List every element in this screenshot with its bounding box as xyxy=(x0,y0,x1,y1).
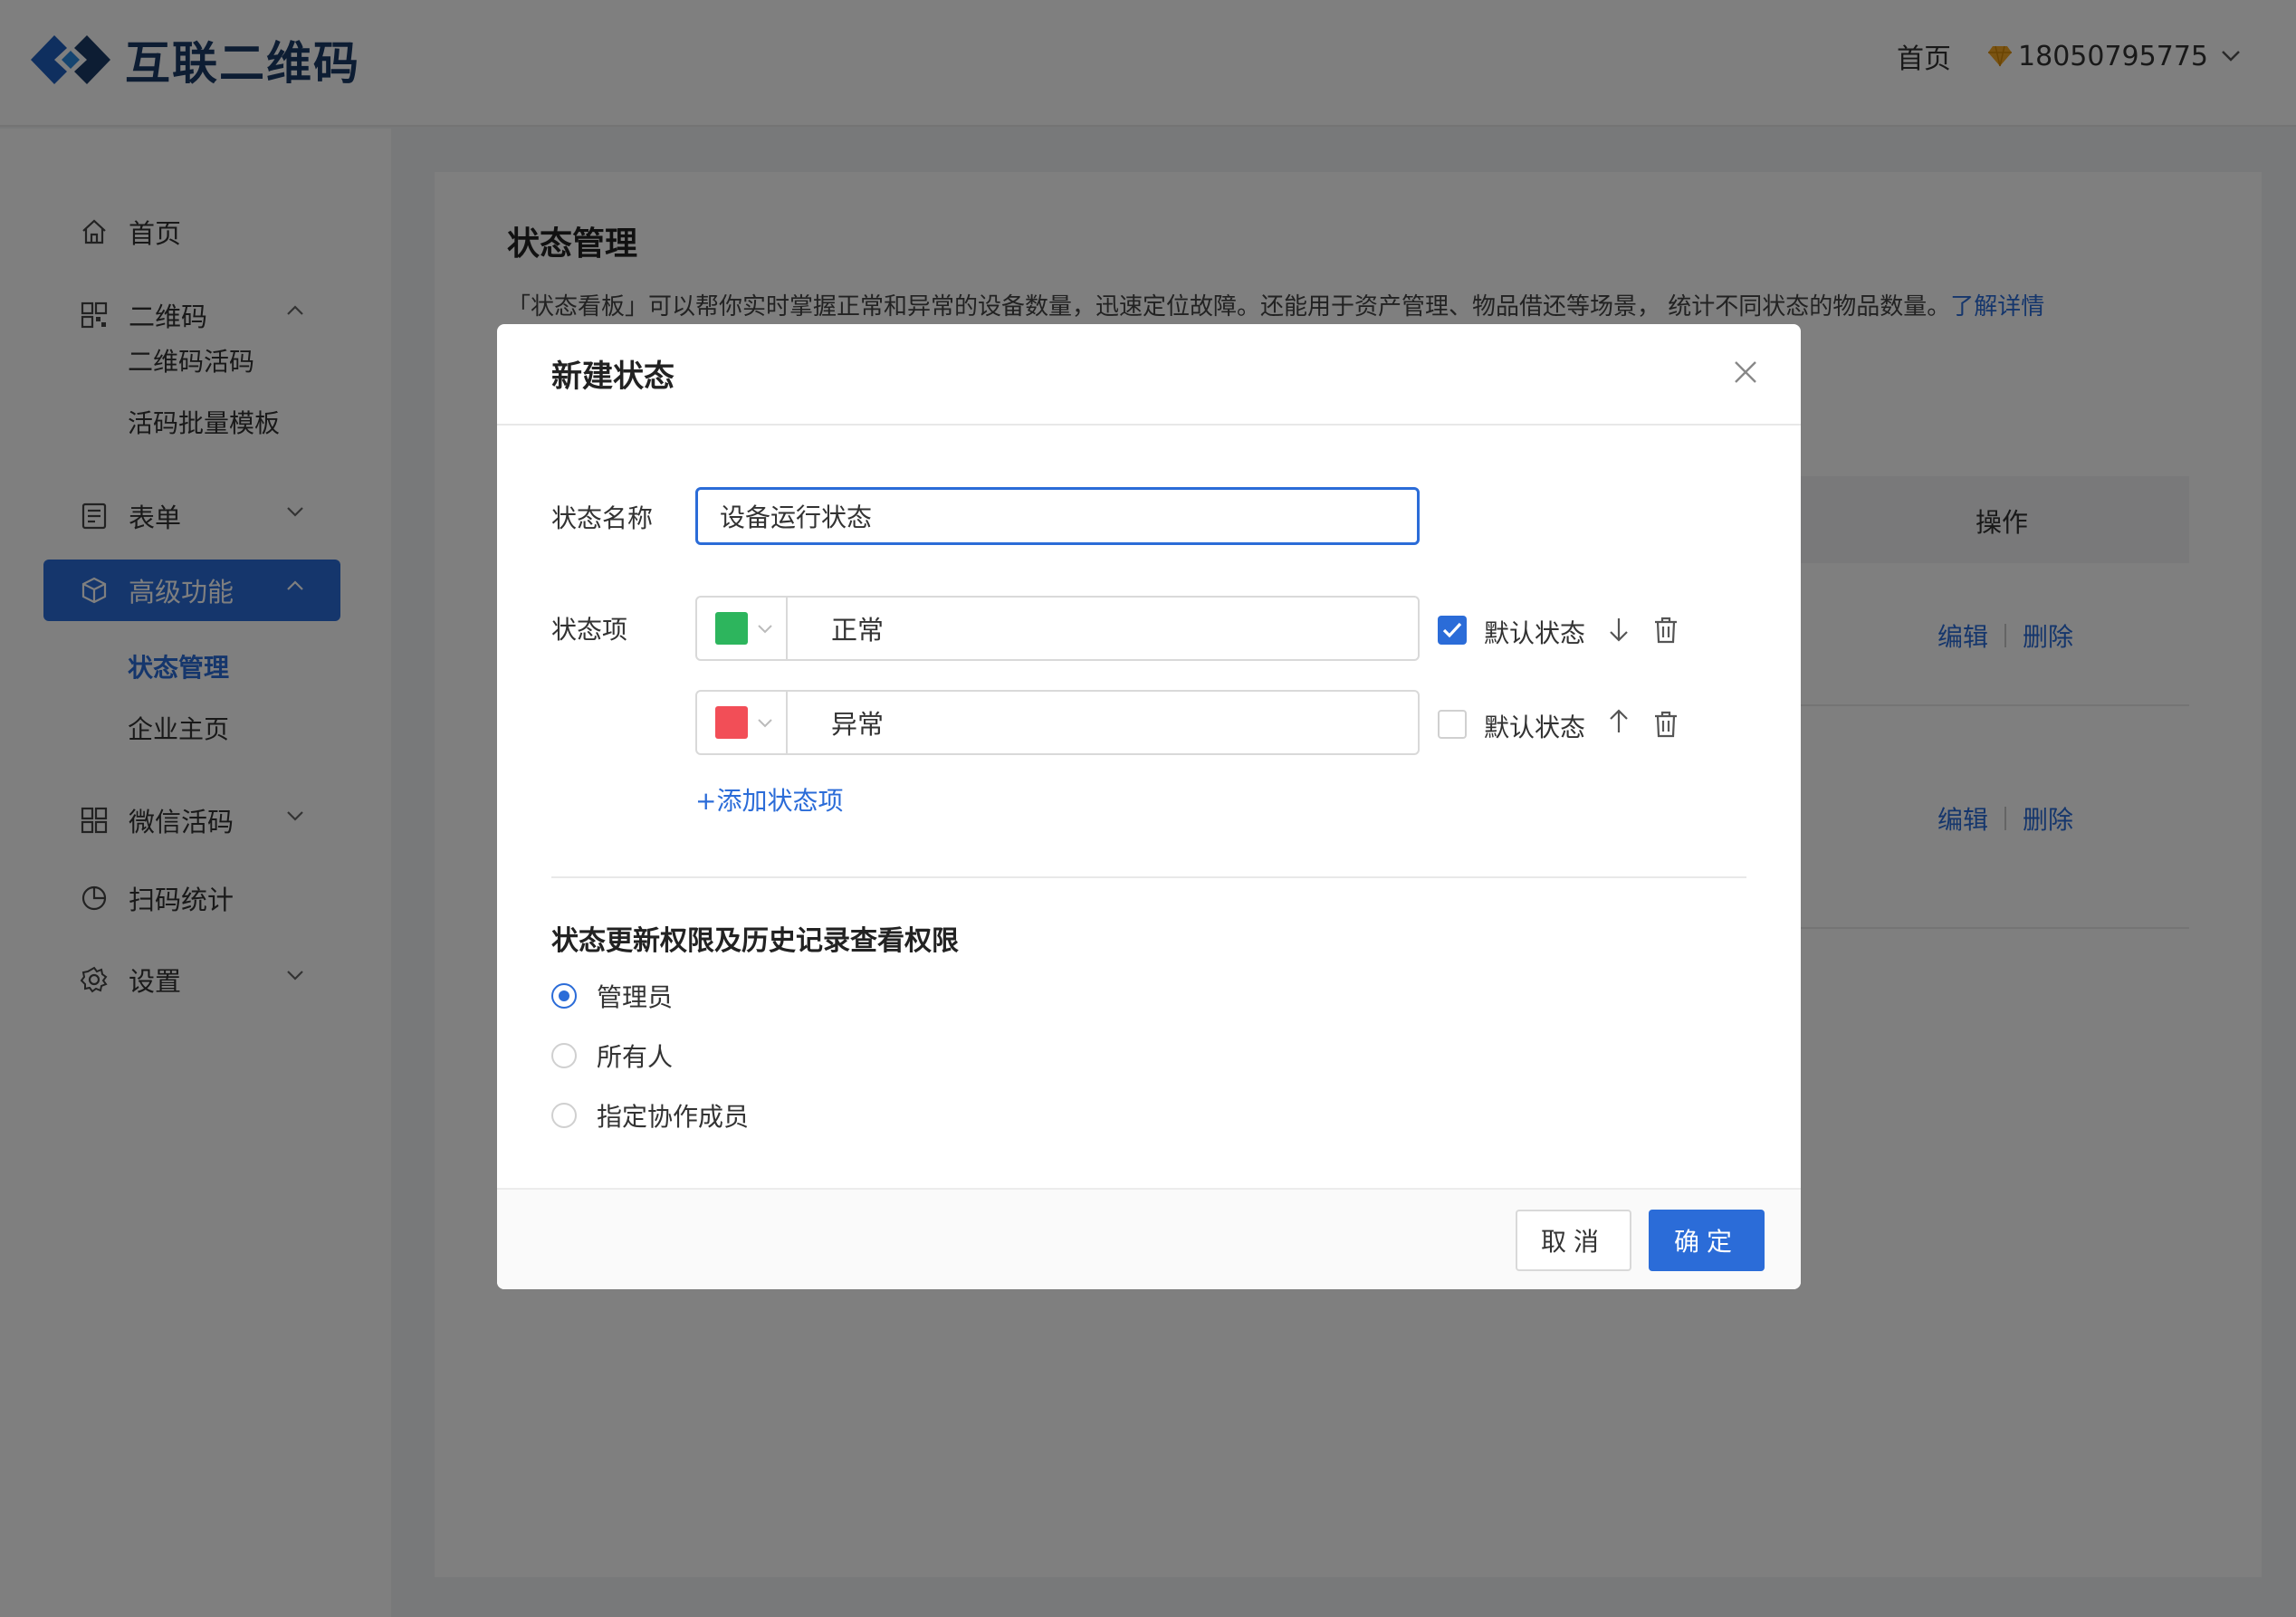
status-item-input[interactable]: 正常 xyxy=(831,609,884,647)
color-picker[interactable] xyxy=(697,692,788,753)
check-icon xyxy=(1442,622,1462,638)
radio-button[interactable] xyxy=(551,983,577,1009)
radio-label: 指定协作成员 xyxy=(597,1102,750,1132)
new-status-dialog: 新建状态 状态名称 设备运行状态 状态项 正常 默认状态 异常 默认状态 +添加… xyxy=(497,324,1801,1289)
default-status-checkbox[interactable] xyxy=(1438,710,1467,739)
color-picker[interactable] xyxy=(697,598,788,659)
color-swatch xyxy=(715,612,748,645)
dialog-footer: 取消 确定 xyxy=(497,1188,1801,1289)
status-name-input[interactable]: 设备运行状态 xyxy=(695,487,1420,545)
permission-section-title: 状态更新权限及历史记录查看权限 xyxy=(551,925,959,957)
radio-option-admin[interactable]: 管理员 xyxy=(551,978,673,1014)
radio-option-everyone[interactable]: 所有人 xyxy=(551,1038,673,1074)
default-status-label: 默认状态 xyxy=(1484,713,1586,742)
chevron-down-icon xyxy=(758,625,772,634)
radio-button[interactable] xyxy=(551,1103,577,1128)
radio-label: 所有人 xyxy=(597,1042,674,1072)
status-item-input[interactable]: 异常 xyxy=(831,703,884,742)
radio-button[interactable] xyxy=(551,1043,577,1068)
close-icon[interactable] xyxy=(1732,359,1759,386)
dialog-title: 新建状态 xyxy=(551,359,674,395)
trash-icon[interactable] xyxy=(1652,616,1679,645)
status-items-label: 状态项 xyxy=(551,615,628,645)
default-status-label: 默认状态 xyxy=(1484,618,1586,648)
status-item-row: 异常 xyxy=(695,690,1420,755)
confirm-button[interactable]: 确定 xyxy=(1649,1210,1765,1271)
arrow-up-icon[interactable] xyxy=(1607,708,1631,735)
arrow-down-icon[interactable] xyxy=(1607,616,1631,643)
chevron-down-icon xyxy=(758,719,772,728)
status-name-label: 状态名称 xyxy=(551,503,654,533)
status-item-row: 正常 xyxy=(695,596,1420,661)
default-status-checkbox[interactable] xyxy=(1438,616,1467,645)
cancel-button[interactable]: 取消 xyxy=(1516,1210,1631,1271)
trash-icon[interactable] xyxy=(1652,710,1679,739)
radio-label: 管理员 xyxy=(597,982,674,1012)
color-swatch xyxy=(715,706,748,739)
radio-option-collaborators[interactable]: 指定协作成员 xyxy=(551,1097,749,1134)
add-status-item-link[interactable]: +添加状态项 xyxy=(695,781,843,818)
